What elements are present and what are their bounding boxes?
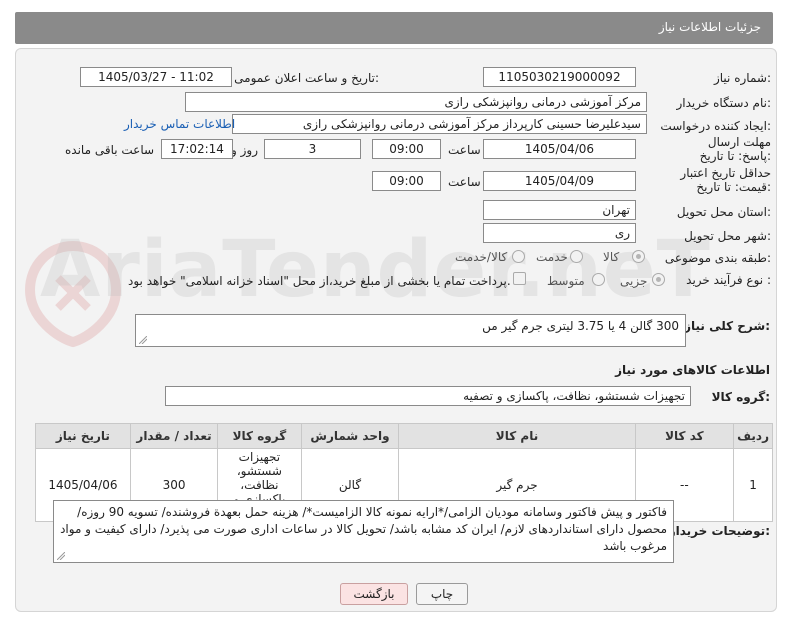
purchase-type-radio-medium[interactable] (592, 273, 605, 286)
buyer-notes-textarea[interactable]: فاکتور و پیش فاکتور وسامانه مودیان الزام… (53, 500, 674, 563)
col-item-name: نام کالا (398, 423, 636, 449)
summary-textarea[interactable]: 300 گالن 4 یا 3.75 لیتری جرم گیر مں (135, 314, 686, 347)
category-option-both: کالا/خدمت (455, 250, 508, 264)
summary-text: 300 گالن 4 یا 3.75 لیتری جرم گیر مں (482, 319, 679, 333)
need-number-label: شماره نیاز: (713, 71, 771, 85)
category-option-service: خدمت (536, 250, 568, 264)
goods-table-header: ردیف کد کالا نام کالا واحد شمارش گروه کا… (35, 423, 773, 449)
category-radio-service[interactable] (570, 250, 583, 263)
days-label: روز و (231, 143, 258, 157)
col-quantity: تعداد / مقدار (129, 423, 219, 449)
reply-deadline-date-field: 1405/04/06 (483, 139, 636, 159)
col-goods-group: گروه کالا (217, 423, 302, 449)
buyer-notes-text: فاکتور و پیش فاکتور وسامانه مودیان الزام… (60, 505, 667, 553)
col-row-number: ردیف (733, 423, 773, 449)
province-label: استان محل تحویل: (676, 205, 771, 219)
requester-field: سیدعلیرضا حسینی کارپرداز مرکز آموزشی درم… (232, 114, 647, 134)
announce-datetime-field: 1405/03/27 - 11:02 (80, 67, 232, 87)
buyer-contact-link[interactable]: اطلاعات تماس خریدار (124, 117, 235, 131)
category-label: طبقه بندی موضوعی: (664, 251, 771, 265)
col-unit: واحد شمارش (300, 423, 400, 449)
price-validity-time-field: 09:00 (372, 171, 441, 191)
print-button[interactable]: چاپ (416, 583, 468, 605)
time-remaining-field: 17:02:14 (161, 139, 233, 159)
buyer-org-field: مرکز آموزشی درمانی روانپزشکی رازی (185, 92, 647, 112)
announce-datetime-label: تاریخ و ساعت اعلان عمومی: (234, 71, 379, 85)
category-radio-goods[interactable] (632, 250, 645, 263)
resize-grip-icon (139, 336, 147, 344)
purchase-type-radio-minor[interactable] (652, 273, 665, 286)
col-item-code: کد کالا (634, 423, 735, 449)
treasury-payment-checkbox[interactable] (513, 272, 526, 285)
cell-row-number: 1 (733, 448, 773, 522)
resize-grip-icon (57, 552, 65, 560)
purchase-type-option-minor: جزیی (620, 274, 648, 288)
requester-label: ایجاد کننده درخواست: (660, 119, 771, 133)
buyer-org-label: نام دستگاه خریدار: (676, 96, 772, 110)
price-validity-time-label: ساعت (448, 175, 481, 189)
category-option-goods: کالا (603, 250, 620, 264)
province-field: تهران (483, 200, 636, 220)
goods-group-label: گروه کالا: (711, 390, 770, 404)
reply-deadline-time-field: 09:00 (372, 139, 441, 159)
days-remaining-field: 3 (264, 139, 361, 159)
treasury-payment-note: پرداخت تمام یا بخشی از مبلغ خرید،از محل … (128, 274, 511, 288)
city-label: شهر محل تحویل: (684, 229, 771, 243)
category-radio-both[interactable] (512, 250, 525, 263)
page-header: جزئیات اطلاعات نیاز (15, 12, 773, 44)
buyer-notes-label: توضیحات خریدار: (668, 524, 770, 538)
summary-label: شرح کلی نیاز: (684, 319, 770, 333)
goods-info-title: اطلاعات کالاهای مورد نیاز (615, 363, 770, 377)
reply-deadline-label: مهلت ارسال پاسخ: تا تاریخ: (699, 135, 771, 163)
price-validity-date-field: 1405/04/09 (483, 171, 636, 191)
col-need-date: تاریخ نیاز (35, 423, 131, 449)
back-button[interactable]: بازگشت (340, 583, 408, 605)
price-validity-label: حداقل تاریخ اعتبار قیمت: تا تاریخ: (680, 166, 771, 194)
purchase-type-option-medium: متوسط (547, 274, 585, 288)
reply-deadline-time-label: ساعت (448, 143, 481, 157)
page-title: جزئیات اطلاعات نیاز (658, 20, 761, 34)
goods-group-field: تجهیزات شستشو، نظافت، پاکسازی و تصفیه (165, 386, 691, 406)
purchase-type-label: نوع فرآیند خرید : (686, 273, 771, 287)
need-number-field: 1105030219000092 (483, 67, 636, 87)
time-remaining-label: ساعت باقی مانده (65, 143, 155, 157)
city-field: ری (483, 223, 636, 243)
